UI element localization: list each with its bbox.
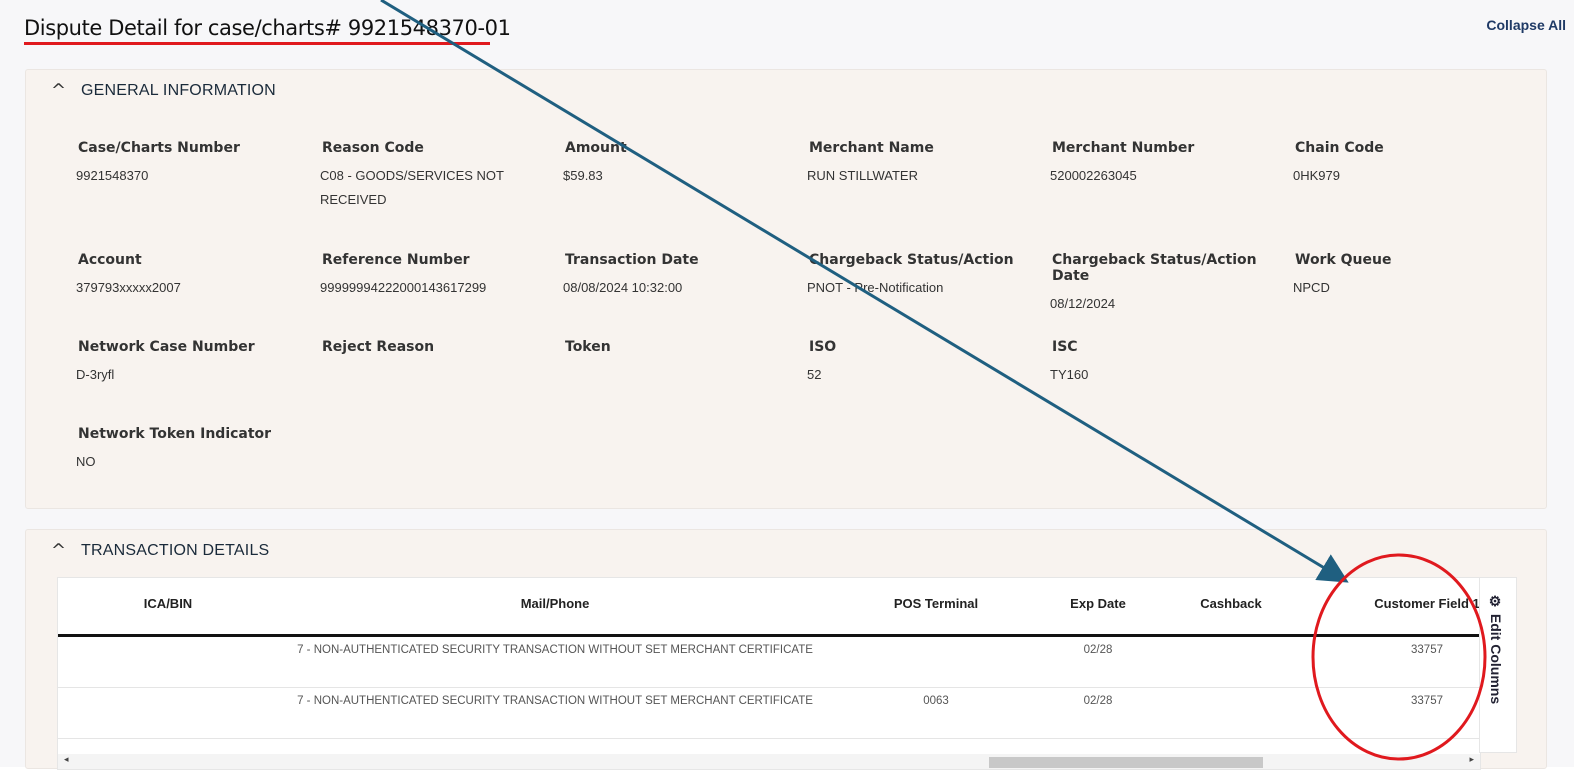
field-value: D-3ryfl bbox=[76, 367, 115, 382]
general-information-header[interactable]: ^ GENERAL INFORMATION bbox=[51, 80, 276, 101]
field-label: Work Queue bbox=[1295, 252, 1392, 268]
general-information-panel: ^ GENERAL INFORMATION Case/Charts Number… bbox=[25, 69, 1547, 509]
field-label: Reference Number bbox=[322, 252, 470, 268]
dispute-detail-page: Dispute Detail for case/charts# 99215483… bbox=[0, 0, 1574, 770]
cell-exp-date: 02/28 bbox=[1083, 644, 1113, 656]
field-value: 520002263045 bbox=[1050, 168, 1137, 183]
edit-columns-button[interactable]: ⚙ Edit Columns bbox=[1479, 577, 1517, 753]
field-reference-number: Reference Number 99999994222000143617299 bbox=[320, 252, 560, 300]
field-chargeback-status-action: Chargeback Status/Action PNOT - Pre-Noti… bbox=[807, 252, 1047, 300]
field-value: C08 - GOODS/SERVICES NOT RECEIVED bbox=[320, 168, 504, 207]
field-value: 0HK979 bbox=[1293, 168, 1340, 183]
edit-columns-label-wrap: ⚙ Edit Columns bbox=[1488, 594, 1504, 704]
field-merchant-number: Merchant Number 520002263045 bbox=[1050, 140, 1290, 188]
edit-columns-label: Edit Columns bbox=[1488, 613, 1504, 705]
column-header-ica-bin[interactable]: ICA/BIN bbox=[144, 596, 192, 611]
transaction-details-title: TRANSACTION DETAILS bbox=[81, 541, 270, 559]
field-label: Network Case Number bbox=[78, 339, 255, 355]
field-label: Chargeback Status/Action bbox=[809, 252, 1014, 268]
transaction-table: ICA/BIN Mail/Phone POS Terminal Exp Date… bbox=[57, 577, 1481, 770]
cell-customer-field-1: 33757 bbox=[1411, 695, 1443, 707]
collapse-all-link[interactable]: Collapse All bbox=[1486, 17, 1566, 33]
field-label: Network Token Indicator bbox=[78, 426, 272, 442]
scroll-left-arrow-icon[interactable]: ◂ bbox=[64, 754, 69, 765]
field-amount: Amount $59.83 bbox=[563, 140, 803, 188]
field-network-case-number: Network Case Number D-3ryfl bbox=[76, 339, 316, 387]
field-value: RUN STILLWATER bbox=[807, 168, 918, 183]
field-value: 08/08/2024 10:32:00 bbox=[563, 280, 683, 295]
field-label: Chain Code bbox=[1295, 140, 1384, 156]
field-value: 52 bbox=[807, 367, 822, 382]
field-chain-code: Chain Code 0HK979 bbox=[1293, 140, 1533, 188]
field-label: Chargeback Status/Action Date bbox=[1052, 252, 1257, 284]
scroll-right-arrow-icon[interactable]: ▸ bbox=[1469, 754, 1474, 765]
field-value: 379793xxxxx2007 bbox=[76, 280, 181, 295]
field-label: ISO bbox=[809, 339, 837, 355]
field-label: Reject Reason bbox=[322, 339, 435, 355]
field-network-token-indicator: Network Token Indicator NO bbox=[76, 426, 316, 474]
table-row[interactable]: 7 - NON-AUTHENTICATED SECURITY TRANSACTI… bbox=[58, 637, 1480, 688]
table-row[interactable]: 7 - NON-AUTHENTICATED SECURITY TRANSACTI… bbox=[58, 688, 1480, 739]
field-label: Transaction Date bbox=[565, 252, 699, 268]
field-work-queue: Work Queue NPCD bbox=[1293, 252, 1533, 300]
gear-icon: ⚙ bbox=[1488, 594, 1504, 610]
column-header-mail-phone[interactable]: Mail/Phone bbox=[521, 596, 590, 611]
field-isc: ISC TY160 bbox=[1050, 339, 1290, 387]
scrollbar-thumb[interactable] bbox=[989, 757, 1263, 768]
table-header: ICA/BIN Mail/Phone POS Terminal Exp Date… bbox=[58, 578, 1480, 637]
field-label: Amount bbox=[565, 140, 627, 156]
field-case-charts-number: Case/Charts Number 9921548370 bbox=[76, 140, 316, 188]
field-chargeback-status-action-date: Chargeback Status/Action Date 08/12/2024 bbox=[1050, 252, 1295, 316]
field-iso: ISO 52 bbox=[807, 339, 1047, 387]
field-label: Token bbox=[565, 339, 611, 355]
cell-pos-terminal: 0063 bbox=[923, 695, 949, 707]
field-value: NO bbox=[76, 454, 96, 469]
field-value: 08/12/2024 bbox=[1050, 296, 1116, 311]
field-merchant-name: Merchant Name RUN STILLWATER bbox=[807, 140, 1047, 188]
field-value: TY160 bbox=[1050, 367, 1089, 382]
transaction-details-header[interactable]: ^ TRANSACTION DETAILS bbox=[51, 540, 269, 561]
transaction-details-panel: ^ TRANSACTION DETAILS ICA/BIN Mail/Phone… bbox=[25, 529, 1547, 770]
field-value: NPCD bbox=[1293, 280, 1330, 295]
field-label: Account bbox=[78, 252, 142, 268]
column-header-exp-date[interactable]: Exp Date bbox=[1070, 596, 1126, 611]
page-title: Dispute Detail for case/charts# 99215483… bbox=[24, 16, 511, 40]
field-token: Token bbox=[563, 339, 803, 363]
cell-mail-phone: 7 - NON-AUTHENTICATED SECURITY TRANSACTI… bbox=[297, 644, 813, 656]
column-header-customer-field-1[interactable]: Customer Field 1 bbox=[1374, 596, 1479, 611]
chevron-up-icon[interactable]: ^ bbox=[51, 540, 81, 561]
field-transaction-date: Transaction Date 08/08/2024 10:32:00 bbox=[563, 252, 803, 300]
field-account: Account 379793xxxxx2007 bbox=[76, 252, 316, 300]
field-label: ISC bbox=[1052, 339, 1078, 355]
cell-customer-field-1: 33757 bbox=[1411, 644, 1443, 656]
field-label: Reason Code bbox=[322, 140, 424, 156]
chevron-up-icon[interactable]: ^ bbox=[51, 80, 81, 101]
field-label: Merchant Number bbox=[1052, 140, 1195, 156]
field-label: Merchant Name bbox=[809, 140, 934, 156]
field-value: $59.83 bbox=[563, 168, 603, 183]
cell-mail-phone: 7 - NON-AUTHENTICATED SECURITY TRANSACTI… bbox=[297, 695, 813, 707]
cell-exp-date: 02/28 bbox=[1083, 695, 1113, 707]
field-value: PNOT - Pre-Notification bbox=[807, 280, 944, 295]
general-information-title: GENERAL INFORMATION bbox=[81, 81, 276, 99]
column-header-pos-terminal[interactable]: POS Terminal bbox=[894, 596, 978, 611]
title-underline-annotation bbox=[24, 42, 490, 45]
field-value: 99999994222000143617299 bbox=[320, 280, 487, 295]
field-label: Case/Charts Number bbox=[78, 140, 240, 156]
field-reason-code: Reason Code C08 - GOODS/SERVICES NOT REC… bbox=[320, 140, 520, 212]
field-value: 9921548370 bbox=[76, 168, 149, 183]
column-header-cashback[interactable]: Cashback bbox=[1200, 596, 1261, 611]
field-reject-reason: Reject Reason bbox=[320, 339, 560, 363]
